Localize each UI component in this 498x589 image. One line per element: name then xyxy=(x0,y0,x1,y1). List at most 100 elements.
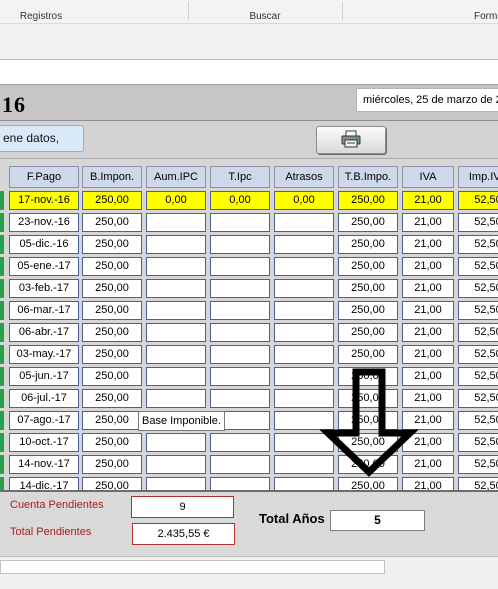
cell-t-b-impo[interactable]: 250,00 xyxy=(338,389,398,408)
cell-t-ipc[interactable] xyxy=(210,323,270,342)
cell-atrasos[interactable]: 0,00 xyxy=(274,191,334,210)
cell-b-impon[interactable]: 250,00 xyxy=(82,389,142,408)
cell-aum-ipc[interactable] xyxy=(146,367,206,386)
cell-imp-iva[interactable]: 52,50 xyxy=(458,301,498,320)
cell-t-ipc[interactable] xyxy=(210,257,270,276)
cell-b-impon[interactable]: 250,00 xyxy=(82,191,142,210)
cell-aum-ipc[interactable] xyxy=(146,455,206,474)
cell-aum-ipc[interactable] xyxy=(146,345,206,364)
cell-t-b-impo[interactable]: 250,00 xyxy=(338,323,398,342)
cell-t-ipc[interactable] xyxy=(210,213,270,232)
cell-f-pago[interactable]: 10-oct.-17 xyxy=(9,433,79,452)
cell-imp-iva[interactable]: 52,50 xyxy=(458,213,498,232)
row-selector[interactable] xyxy=(0,455,4,474)
cell-imp-iva[interactable]: 52,50 xyxy=(458,477,498,490)
cell-b-impon[interactable]: 250,00 xyxy=(82,455,142,474)
print-button[interactable] xyxy=(316,126,386,154)
cell-iva[interactable]: 21,00 xyxy=(402,477,454,490)
row-selector[interactable] xyxy=(0,433,4,452)
cell-b-impon[interactable]: 250,00 xyxy=(82,323,142,342)
cell-f-pago[interactable]: 06-mar.-17 xyxy=(9,301,79,320)
cell-iva[interactable]: 21,00 xyxy=(402,301,454,320)
cell-t-ipc[interactable]: 0,00 xyxy=(210,191,270,210)
cell-t-ipc[interactable] xyxy=(210,235,270,254)
cell-atrasos[interactable] xyxy=(274,279,334,298)
cell-t-b-impo[interactable]: 250,00 xyxy=(338,367,398,386)
cell-t-b-impo[interactable]: 250,00 xyxy=(338,213,398,232)
cell-atrasos[interactable] xyxy=(274,389,334,408)
cell-f-pago[interactable]: 06-jul.-17 xyxy=(9,389,79,408)
cell-iva[interactable]: 21,00 xyxy=(402,191,454,210)
row-selector[interactable] xyxy=(0,411,4,430)
cell-aum-ipc[interactable] xyxy=(146,433,206,452)
cell-iva[interactable]: 21,00 xyxy=(402,323,454,342)
cell-b-impon[interactable]: 250,00 xyxy=(82,477,142,490)
cell-imp-iva[interactable]: 52,50 xyxy=(458,389,498,408)
cell-t-b-impo[interactable]: 250,00 xyxy=(338,411,398,430)
cell-aum-ipc[interactable]: 0,00 xyxy=(146,191,206,210)
cell-aum-ipc[interactable] xyxy=(146,389,206,408)
row-selector[interactable] xyxy=(0,367,4,386)
cell-imp-iva[interactable]: 52,50 xyxy=(458,323,498,342)
cell-aum-ipc[interactable] xyxy=(146,323,206,342)
cell-atrasos[interactable] xyxy=(274,411,334,430)
row-selector[interactable] xyxy=(0,213,4,232)
cell-t-b-impo[interactable]: 250,00 xyxy=(338,345,398,364)
cell-aum-ipc[interactable] xyxy=(146,477,206,490)
cell-t-b-impo[interactable]: 250,00 xyxy=(338,301,398,320)
cell-f-pago[interactable]: 05-dic.-16 xyxy=(9,235,79,254)
row-selector[interactable] xyxy=(0,279,4,298)
cell-b-impon[interactable]: 250,00 xyxy=(82,279,142,298)
cell-aum-ipc[interactable] xyxy=(146,301,206,320)
cell-imp-iva[interactable]: 52,50 xyxy=(458,433,498,452)
cell-atrasos[interactable] xyxy=(274,323,334,342)
cell-b-impon[interactable]: 250,00 xyxy=(82,433,142,452)
cell-aum-ipc[interactable] xyxy=(146,257,206,276)
cell-iva[interactable]: 21,00 xyxy=(402,411,454,430)
cell-imp-iva[interactable]: 52,50 xyxy=(458,279,498,298)
cuenta-pendientes-field[interactable]: 9 xyxy=(131,496,234,518)
cell-atrasos[interactable] xyxy=(274,235,334,254)
cell-atrasos[interactable] xyxy=(274,213,334,232)
cell-f-pago[interactable]: 03-feb.-17 xyxy=(9,279,79,298)
cell-iva[interactable]: 21,00 xyxy=(402,235,454,254)
cell-t-b-impo[interactable]: 250,00 xyxy=(338,257,398,276)
cell-t-b-impo[interactable]: 250,00 xyxy=(338,279,398,298)
cell-aum-ipc[interactable] xyxy=(146,279,206,298)
cell-atrasos[interactable] xyxy=(274,367,334,386)
row-selector[interactable] xyxy=(0,477,4,490)
cell-f-pago[interactable]: 05-jun.-17 xyxy=(9,367,79,386)
cell-imp-iva[interactable]: 52,50 xyxy=(458,257,498,276)
cell-b-impon[interactable]: 250,00 xyxy=(82,411,142,430)
cell-t-ipc[interactable] xyxy=(210,301,270,320)
row-selector[interactable] xyxy=(0,191,4,210)
cell-b-impon[interactable]: 250,00 xyxy=(82,367,142,386)
row-selector[interactable] xyxy=(0,389,4,408)
cell-b-impon[interactable]: 250,00 xyxy=(82,235,142,254)
cell-aum-ipc[interactable] xyxy=(146,213,206,232)
cell-f-pago[interactable]: 23-nov.-16 xyxy=(9,213,79,232)
cell-t-ipc[interactable] xyxy=(210,455,270,474)
cell-iva[interactable]: 21,00 xyxy=(402,389,454,408)
cell-t-ipc[interactable] xyxy=(210,389,270,408)
cell-imp-iva[interactable]: 52,50 xyxy=(458,455,498,474)
cell-b-impon[interactable]: 250,00 xyxy=(82,301,142,320)
cell-iva[interactable]: 21,00 xyxy=(402,213,454,232)
cell-b-impon[interactable]: 250,00 xyxy=(82,257,142,276)
cell-atrasos[interactable] xyxy=(274,345,334,364)
cell-f-pago[interactable]: 17-nov.-16 xyxy=(9,191,79,210)
cell-t-b-impo[interactable]: 250,00 xyxy=(338,235,398,254)
cell-iva[interactable]: 21,00 xyxy=(402,257,454,276)
cell-t-b-impo[interactable]: 250,00 xyxy=(338,433,398,452)
cell-imp-iva[interactable]: 52,50 xyxy=(458,235,498,254)
cell-t-b-impo[interactable]: 250,00 xyxy=(338,477,398,490)
cell-t-ipc[interactable] xyxy=(210,367,270,386)
cell-iva[interactable]: 21,00 xyxy=(402,455,454,474)
cell-f-pago[interactable]: 05-ene.-17 xyxy=(9,257,79,276)
cell-f-pago[interactable]: 06-abr.-17 xyxy=(9,323,79,342)
row-selector[interactable] xyxy=(0,235,4,254)
horizontal-scrollbar[interactable] xyxy=(0,560,385,574)
cell-iva[interactable]: 21,00 xyxy=(402,367,454,386)
cell-iva[interactable]: 21,00 xyxy=(402,345,454,364)
cell-atrasos[interactable] xyxy=(274,477,334,490)
